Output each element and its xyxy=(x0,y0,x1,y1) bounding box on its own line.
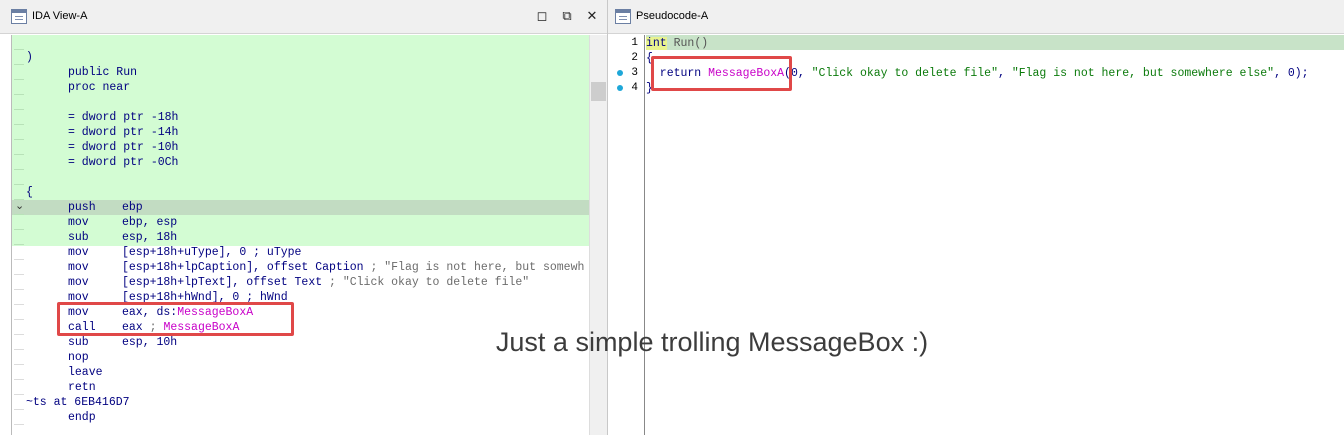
ida-vertical-scrollbar[interactable] xyxy=(589,35,607,435)
restore-icon[interactable]: ⧉ xyxy=(559,8,575,24)
ida-view-titlebar[interactable]: IDA View-A ◻ ⧉ ✕ xyxy=(0,0,607,34)
line-number: 3 xyxy=(631,67,638,79)
line-number: 1 xyxy=(631,37,638,49)
operands[interactable]: [esp+18h+uType], 0 ; uType xyxy=(122,245,301,260)
line-number: 4 xyxy=(631,82,638,94)
mnemonic[interactable]: sub xyxy=(68,230,89,245)
disassembly-listing[interactable]: ⌄ ) public Run proc near = dword ptr -18h = … xyxy=(11,35,589,435)
call-args-close: , 0); xyxy=(1274,67,1309,80)
pseudocode-title: Pseudocode-A xyxy=(636,10,709,22)
comment: ; "Flag is not here, but somewh xyxy=(363,261,585,274)
callout-box-messagebox xyxy=(651,56,792,91)
mnemonic[interactable]: = dword ptr -18h xyxy=(68,110,178,125)
operands[interactable]: esp, 18h xyxy=(122,230,177,245)
scrollbar-thumb[interactable] xyxy=(591,82,606,101)
document-view-icon xyxy=(615,9,631,24)
function-signature[interactable]: Run() xyxy=(667,37,709,50)
label-text[interactable]: { xyxy=(26,185,33,200)
pseudocode-listing[interactable]: 1 2 3 4 int Run() { return MessageBoxA(0… xyxy=(608,35,1344,435)
mnemonic[interactable]: = dword ptr -10h xyxy=(68,140,178,155)
mnemonic[interactable]: mov xyxy=(68,260,89,275)
mnemonic[interactable]: retn xyxy=(68,380,96,395)
gutter-markers xyxy=(12,35,28,435)
type-keyword[interactable]: int xyxy=(646,37,667,50)
label-text[interactable]: ) xyxy=(26,50,33,65)
line-number: 2 xyxy=(631,52,638,64)
selected-line-highlight xyxy=(12,200,589,215)
mnemonic[interactable]: mov xyxy=(68,275,89,290)
label-text[interactable]: ~ts at 6EB416D7 xyxy=(26,395,130,410)
pseudocode-titlebar[interactable]: Pseudocode-A xyxy=(608,0,1344,34)
mnemonic[interactable]: leave xyxy=(68,365,103,380)
close-icon[interactable]: ✕ xyxy=(584,8,600,24)
caption-text: Just a simple trolling MessageBox :) xyxy=(495,327,929,357)
maximize-icon[interactable]: ◻ xyxy=(534,8,550,24)
operands[interactable]: [esp+18h+lpCaption], offset Caption ; "F… xyxy=(122,260,584,275)
mnemonic[interactable]: mov xyxy=(68,215,89,230)
operands[interactable]: ebp, esp xyxy=(122,215,177,230)
string-arg-caption[interactable]: "Flag is not here, but somewhere else" xyxy=(1012,67,1274,80)
mnemonic[interactable]: proc near xyxy=(68,80,130,95)
pseudocode-pane: Pseudocode-A 1 2 3 4 int Run() { return … xyxy=(607,0,1344,435)
mnemonic[interactable]: public Run xyxy=(68,65,137,80)
current-line-highlight xyxy=(646,35,1344,50)
mnemonic[interactable]: push xyxy=(68,200,96,215)
operands[interactable]: ebp xyxy=(122,200,143,215)
comment: ; "Click okay to delete file" xyxy=(322,276,530,289)
mnemonic[interactable]: endp xyxy=(68,410,96,425)
mnemonic[interactable]: mov xyxy=(68,245,89,260)
arg-separator: , xyxy=(998,67,1012,80)
line-number-gutter: 1 2 3 4 xyxy=(608,35,645,435)
ida-view-pane: IDA View-A ◻ ⧉ ✕ ⌄ ) public Run proc near =… xyxy=(0,0,607,435)
pseudocode-line-1[interactable]: int Run() xyxy=(646,36,708,51)
operands[interactable]: [esp+18h+lpText], offset Text ; "Click o… xyxy=(122,275,529,290)
string-arg-text[interactable]: "Click okay to delete file" xyxy=(812,67,998,80)
mnemonic[interactable]: = dword ptr -14h xyxy=(68,125,178,140)
document-view-icon xyxy=(11,9,27,24)
ida-view-title: IDA View-A xyxy=(32,10,88,22)
mnemonic[interactable]: = dword ptr -0Ch xyxy=(68,155,178,170)
